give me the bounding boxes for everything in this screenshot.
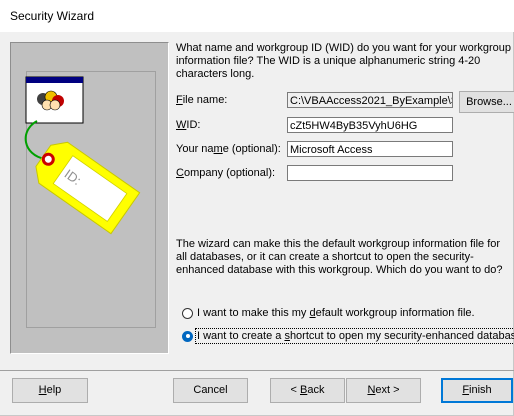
file-name-label: File name: <box>176 94 228 106</box>
help-button[interactable]: Help <box>12 378 88 403</box>
finish-button[interactable]: Finish <box>441 378 513 403</box>
wid-field[interactable]: cZt5HW4ByB35VyhU6HG <box>287 117 453 133</box>
cancel-button[interactable]: Cancel <box>173 378 248 403</box>
question-text: What name and workgroup ID (WID) do you … <box>176 42 512 80</box>
id-tag: ID: <box>35 141 141 235</box>
company-field[interactable] <box>287 165 453 181</box>
workgroup-info-text: The wizard can make this the default wor… <box>176 238 503 276</box>
browse-button[interactable]: Browse... <box>459 91 514 113</box>
option-default-workgroup[interactable]: I want to make this my default workgroup… <box>182 305 475 321</box>
title-bar: Security Wizard <box>0 0 514 32</box>
wid-label: WID: <box>176 119 201 131</box>
file-name-field[interactable]: C:\VBAAccess2021_ByExample\Secu <box>287 92 453 108</box>
your-name-field[interactable]: Microsoft Access <box>287 141 453 157</box>
wizard-illustration-panel: ID: <box>10 42 169 354</box>
id-tag-illustration: ID: <box>24 76 141 235</box>
radio-create-shortcut[interactable] <box>182 330 193 342</box>
window-title: Security Wizard <box>10 9 95 23</box>
option-default-label: I want to make this my default workgroup… <box>197 307 475 319</box>
radio-default-workgroup[interactable] <box>182 307 193 319</box>
option-shortcut-label: I want to create a shortcut to open my s… <box>194 328 514 344</box>
button-separator <box>0 370 514 371</box>
your-name-label: Your name (optional): <box>176 143 281 155</box>
option-create-shortcut[interactable]: I want to create a shortcut to open my s… <box>182 328 514 344</box>
back-button[interactable]: < Back <box>270 378 345 403</box>
company-label: Company (optional): <box>176 167 276 179</box>
next-button[interactable]: Next > <box>346 378 421 403</box>
